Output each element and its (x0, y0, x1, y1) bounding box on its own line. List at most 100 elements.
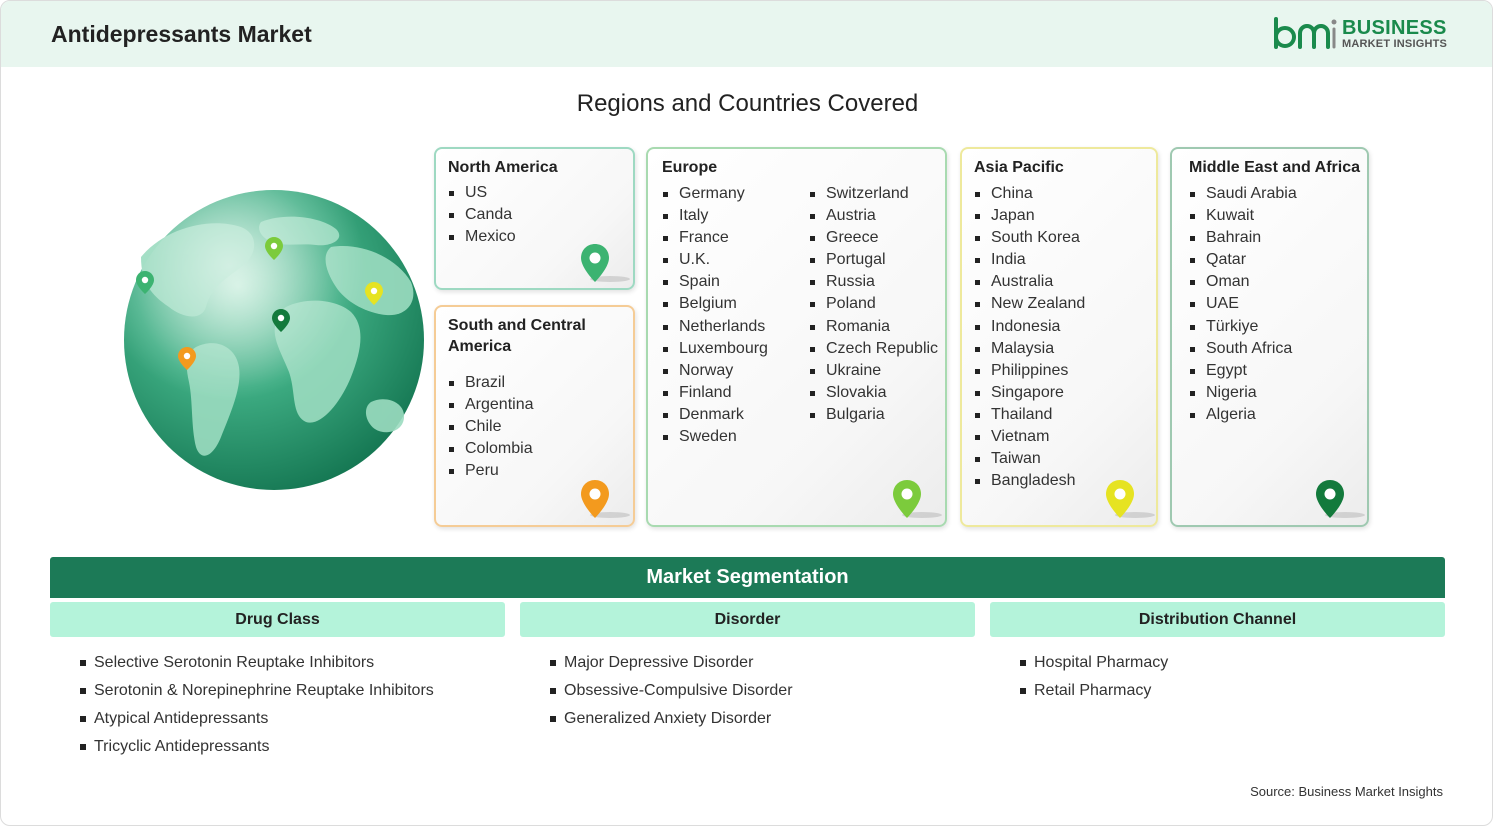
segment-list-disorder: Major Depressive Disorder Obsessive-Comp… (550, 652, 793, 736)
region-card-north-america: North America US Canda Mexico (434, 147, 635, 290)
region-title: North America (448, 159, 558, 176)
list-item: Italy (662, 205, 768, 227)
list-item: Algeria (1189, 404, 1297, 426)
list-item: Vietnam (974, 426, 1085, 448)
list-item: Tricyclic Antidepressants (80, 736, 434, 764)
list-item: Germany (662, 183, 768, 205)
segment-list-drug-class: Selective Serotonin Reuptake Inhibitors … (80, 652, 434, 764)
list-item: Spain (662, 271, 768, 293)
map-pin-icon (1106, 480, 1155, 518)
list-item: Selective Serotonin Reuptake Inhibitors (80, 652, 434, 680)
list-item: Greece (809, 227, 938, 249)
bmi-logo-icon (1274, 17, 1337, 49)
map-pin-icon (1316, 480, 1365, 518)
map-pin-icon (581, 244, 630, 282)
list-item: Colombia (448, 438, 534, 460)
list-item: South Korea (974, 227, 1085, 249)
logo-text-market-insights: MARKET INSIGHTS (1342, 38, 1448, 50)
region-title: Middle East and Africa (1189, 159, 1360, 176)
list-item: Luxembourg (662, 338, 768, 360)
list-item: Russia (809, 271, 938, 293)
list-item: Netherlands (662, 316, 768, 338)
list-item: U.K. (662, 249, 768, 271)
region-card-asia-pacific: Asia Pacific China Japan South Korea Ind… (960, 147, 1158, 527)
list-item: Kuwait (1189, 205, 1297, 227)
region-card-south-central-america: South and Central America Brazil Argenti… (434, 305, 635, 527)
country-list: Saudi Arabia Kuwait Bahrain Qatar Oman U… (1189, 183, 1297, 426)
country-list: Brazil Argentina Chile Colombia Peru (448, 372, 534, 482)
list-item: Denmark (662, 404, 768, 426)
list-item: UAE (1189, 293, 1297, 315)
list-item: Major Depressive Disorder (550, 652, 793, 680)
segment-heading-drug-class: Drug Class (50, 602, 505, 637)
segment-heading-disorder: Disorder (520, 602, 975, 637)
list-item: Austria (809, 205, 938, 227)
country-list: US Canda Mexico (448, 182, 516, 248)
list-item: Hospital Pharmacy (1020, 652, 1168, 680)
list-item: Atypical Antidepressants (80, 708, 434, 736)
country-list: China Japan South Korea India Australia … (974, 183, 1085, 492)
list-item: US (448, 182, 516, 204)
list-item: France (662, 227, 768, 249)
list-item: Finland (662, 382, 768, 404)
list-item: Thailand (974, 404, 1085, 426)
list-item: Serotonin & Norepinephrine Reuptake Inhi… (80, 680, 434, 708)
country-list-col1: Germany Italy France U.K. Spain Belgium … (662, 183, 768, 448)
list-item: Norway (662, 360, 768, 382)
globe-icon (124, 190, 424, 490)
list-item: Retail Pharmacy (1020, 680, 1168, 708)
list-item: Sweden (662, 426, 768, 448)
brand-logo: BUSINESS MARKET INSIGHTS (1273, 17, 1448, 53)
list-item: Philippines (974, 360, 1085, 382)
segment-list-distribution-channel: Hospital Pharmacy Retail Pharmacy (1020, 652, 1168, 708)
list-item: Taiwan (974, 448, 1085, 470)
list-item: Japan (974, 205, 1085, 227)
infographic-frame: Antidepressants Market BUSINESS MARKET I… (0, 0, 1493, 826)
list-item: Türkiye (1189, 316, 1297, 338)
list-item: Obsessive-Compulsive Disorder (550, 680, 793, 708)
list-item: Portugal (809, 249, 938, 271)
region-title: South and Central America (448, 317, 586, 355)
list-item: Singapore (974, 382, 1085, 404)
list-item: Chile (448, 416, 534, 438)
list-item: Romania (809, 316, 938, 338)
country-list-col2: Switzerland Austria Greece Portugal Russ… (809, 183, 938, 426)
list-item: Canda (448, 204, 516, 226)
list-item: Peru (448, 460, 534, 482)
segmentation-title-bar: Market Segmentation (50, 557, 1445, 598)
logo-text-business: BUSINESS (1342, 17, 1447, 39)
segment-heading-distribution-channel: Distribution Channel (990, 602, 1445, 637)
list-item: Slovakia (809, 382, 938, 404)
list-item: Switzerland (809, 183, 938, 205)
region-title: Europe (662, 159, 718, 176)
list-item: Argentina (448, 394, 534, 416)
map-pin-icon (581, 480, 630, 518)
list-item: Brazil (448, 372, 534, 394)
page-title: Antidepressants Market (51, 21, 312, 47)
list-item: China (974, 183, 1085, 205)
region-card-europe: Europe Germany Italy France U.K. Spain B… (646, 147, 947, 527)
list-item: Indonesia (974, 316, 1085, 338)
list-item: South Africa (1189, 338, 1297, 360)
list-item: Malaysia (974, 338, 1085, 360)
map-pin-icon (893, 480, 942, 518)
list-item: Qatar (1189, 249, 1297, 271)
list-item: Poland (809, 293, 938, 315)
list-item: Bulgaria (809, 404, 938, 426)
list-item: Nigeria (1189, 382, 1297, 404)
header-bar: Antidepressants Market BUSINESS MARKET I… (1, 1, 1492, 67)
list-item: India (974, 249, 1085, 271)
list-item: Saudi Arabia (1189, 183, 1297, 205)
list-item: Egypt (1189, 360, 1297, 382)
regions-title: Regions and Countries Covered (576, 90, 919, 117)
list-item: Mexico (448, 226, 516, 248)
list-item: Ukraine (809, 360, 938, 382)
region-title: Asia Pacific (974, 159, 1064, 176)
globe-illustration (121, 187, 427, 493)
list-item: Czech Republic (809, 338, 938, 360)
list-item: Australia (974, 271, 1085, 293)
list-item: Oman (1189, 271, 1297, 293)
list-item: Generalized Anxiety Disorder (550, 708, 793, 736)
source-note: Source: Business Market Insights (1250, 784, 1443, 799)
list-item: Bangladesh (974, 470, 1085, 492)
